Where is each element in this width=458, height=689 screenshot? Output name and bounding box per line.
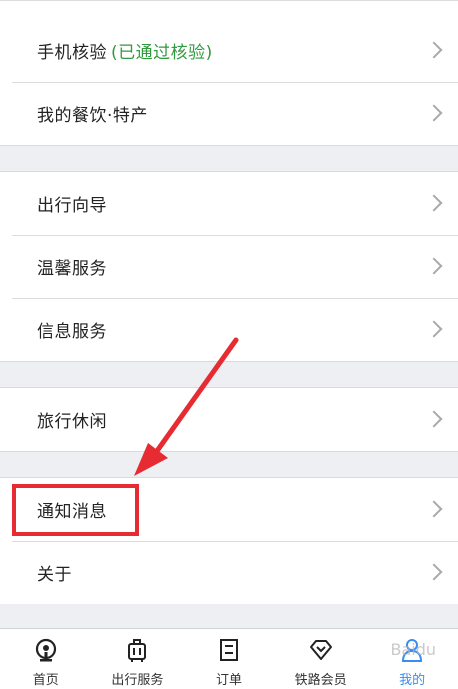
menu-item-label: 我的餐饮·特产 <box>37 106 148 126</box>
menu-group-1: 手机核验 (已通过核验) 我的餐饮·特产 <box>0 1 458 145</box>
menu-item-label: 信息服务 <box>37 322 107 342</box>
menu-item-label: 手机核验 (已通过核验) <box>37 43 213 63</box>
menu-item-dining[interactable]: 我的餐饮·特产 <box>0 82 458 145</box>
menu-group-2: 出行向导 温馨服务 信息服务 <box>0 172 458 361</box>
railway-logo-icon <box>35 638 56 662</box>
menu-item-phone-verify[interactable]: 手机核验 (已通过核验) <box>0 19 458 82</box>
menu-item-label: 温馨服务 <box>37 259 107 279</box>
section-divider <box>0 145 458 172</box>
chevron-right-icon <box>425 410 443 427</box>
menu-item-warm-service[interactable]: 温馨服务 <box>0 235 458 298</box>
menu-list: 手机核验 (已通过核验) 我的餐饮·特产 <box>0 0 458 145</box>
section-divider <box>0 451 458 478</box>
chevron-right-icon <box>425 194 443 211</box>
chevron-right-icon <box>425 320 443 337</box>
chevron-right-icon <box>425 41 443 58</box>
menu-item-about[interactable]: 关于 <box>0 541 458 604</box>
section-divider <box>0 361 458 388</box>
tab-label: 订单 <box>215 673 242 688</box>
chevron-right-icon <box>425 563 443 580</box>
menu-item-leisure[interactable]: 旅行休闲 <box>0 388 458 451</box>
tab-label: 我的 <box>399 673 426 688</box>
tab-travel-service[interactable]: 出行服务 <box>92 629 184 689</box>
menu-item-info-service[interactable]: 信息服务 <box>0 298 458 361</box>
chevron-right-icon <box>425 257 443 274</box>
diamond-icon <box>309 640 332 660</box>
bottom-tab-bar: 首页 出行服务 订单 铁路会员 我的 <box>0 628 458 689</box>
menu-group-3: 旅行休闲 <box>0 388 458 451</box>
menu-item-label: 通知消息 <box>37 502 107 522</box>
menu-item-notifications[interactable]: 通知消息 <box>0 478 458 541</box>
tab-label: 铁路会员 <box>294 673 347 688</box>
chevron-right-icon <box>425 104 443 121</box>
chevron-right-icon <box>425 500 443 517</box>
menu-group-4: 通知消息 关于 <box>0 478 458 604</box>
menu-item-travel-guide[interactable]: 出行向导 <box>0 172 458 235</box>
user-profile-icon <box>402 639 423 662</box>
tab-label: 首页 <box>32 673 59 688</box>
order-list-icon <box>219 639 238 661</box>
menu-item-label: 旅行休闲 <box>37 412 107 432</box>
luggage-icon <box>128 639 147 662</box>
tab-label: 出行服务 <box>111 673 164 688</box>
tab-railway-member[interactable]: 铁路会员 <box>275 629 367 689</box>
tab-home[interactable]: 首页 <box>0 629 92 689</box>
tab-mine[interactable]: 我的 <box>366 629 458 689</box>
menu-item-label: 出行向导 <box>37 196 107 216</box>
menu-item-label: 关于 <box>37 565 72 585</box>
tab-orders[interactable]: 订单 <box>183 629 275 689</box>
verify-status: (已通过核验) <box>111 43 213 63</box>
